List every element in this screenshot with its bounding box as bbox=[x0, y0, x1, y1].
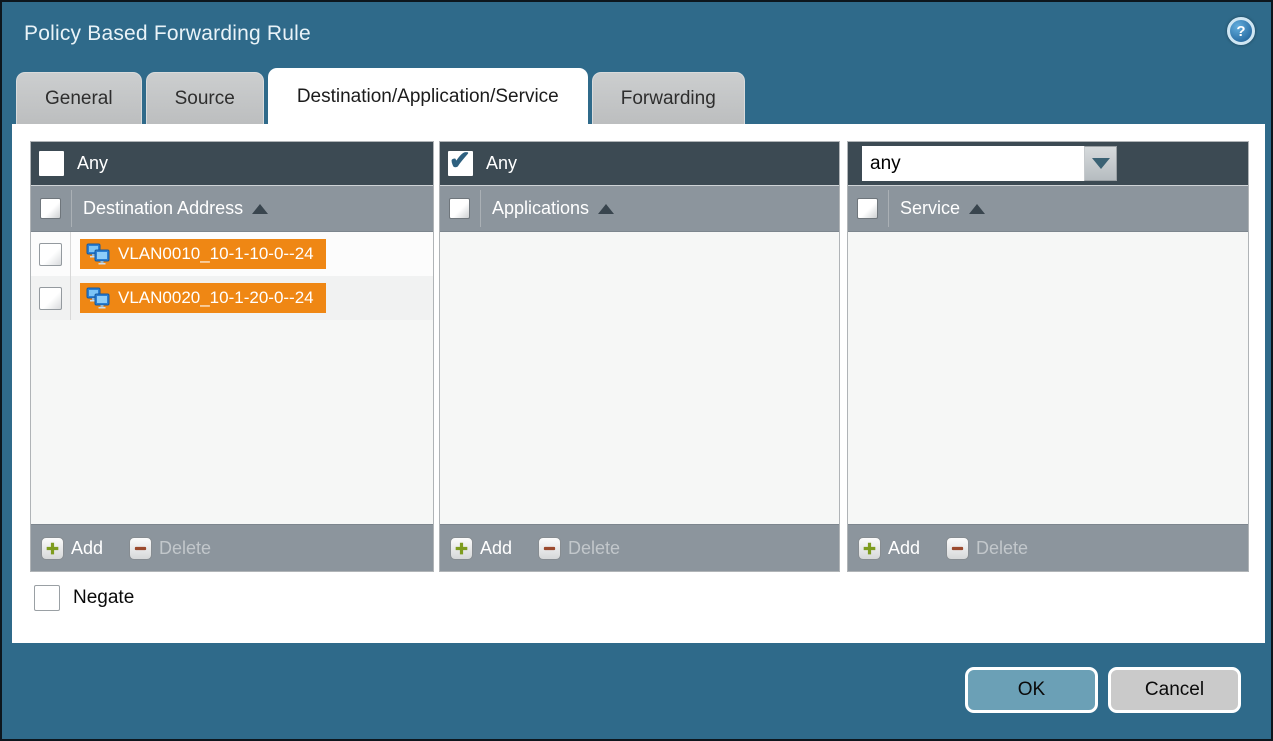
minus-icon bbox=[129, 537, 152, 560]
delete-label: Delete bbox=[568, 538, 620, 559]
address-object-chip[interactable]: VLAN0020_10-1-20-0--24 bbox=[80, 283, 326, 313]
title-bar: Policy Based Forwarding Rule ? bbox=[2, 2, 1271, 70]
add-button[interactable]: Add bbox=[41, 537, 103, 560]
delete-button[interactable]: Delete bbox=[538, 537, 620, 560]
add-label: Add bbox=[480, 538, 512, 559]
minus-icon bbox=[538, 537, 561, 560]
destination-column-header[interactable]: Destination Address bbox=[31, 185, 433, 232]
address-object-name: VLAN0010_10-1-10-0--24 bbox=[118, 244, 314, 264]
service-list bbox=[848, 232, 1248, 524]
add-label: Add bbox=[71, 538, 103, 559]
tab-forwarding[interactable]: Forwarding bbox=[592, 72, 745, 124]
cancel-button[interactable]: Cancel bbox=[1108, 667, 1241, 713]
negate-row: Negate bbox=[34, 585, 134, 611]
applications-column-label: Applications bbox=[492, 198, 589, 219]
service-select-all-checkbox[interactable] bbox=[857, 198, 878, 219]
network-address-icon bbox=[86, 243, 110, 265]
help-glyph: ? bbox=[1236, 23, 1245, 40]
sort-ascending-icon bbox=[969, 204, 985, 214]
service-panel: Service Add Delete bbox=[847, 141, 1249, 572]
negate-checkbox[interactable] bbox=[34, 585, 60, 611]
tab-destination-application-service[interactable]: Destination/Application/Service bbox=[268, 68, 588, 124]
tab-source[interactable]: Source bbox=[146, 72, 264, 124]
column-divider bbox=[888, 190, 889, 227]
column-divider bbox=[480, 190, 481, 227]
service-footer: Add Delete bbox=[848, 524, 1248, 571]
applications-column-header[interactable]: Applications bbox=[440, 185, 839, 232]
row-checkbox[interactable] bbox=[39, 287, 62, 310]
tab-strip: General Source Destination/Application/S… bbox=[16, 72, 1257, 124]
add-label: Add bbox=[888, 538, 920, 559]
pbf-rule-dialog: Policy Based Forwarding Rule ? General S… bbox=[0, 0, 1273, 741]
minus-icon bbox=[946, 537, 969, 560]
plus-icon bbox=[450, 537, 473, 560]
service-dropdown bbox=[862, 146, 1117, 181]
applications-any-checkbox[interactable] bbox=[448, 151, 473, 176]
delete-label: Delete bbox=[159, 538, 211, 559]
network-address-icon bbox=[86, 287, 110, 309]
chevron-down-icon bbox=[1092, 158, 1110, 169]
delete-button[interactable]: Delete bbox=[129, 537, 211, 560]
destination-address-panel: Any Destination Address bbox=[30, 141, 434, 572]
destination-list: VLAN0010_10-1-10-0--24 bbox=[31, 232, 433, 524]
destination-footer: Add Delete bbox=[31, 524, 433, 571]
applications-list bbox=[440, 232, 839, 524]
dialog-title: Policy Based Forwarding Rule bbox=[24, 22, 311, 46]
applications-select-all-checkbox[interactable] bbox=[449, 198, 470, 219]
negate-label: Negate bbox=[73, 587, 134, 609]
table-row[interactable]: VLAN0010_10-1-10-0--24 bbox=[31, 232, 433, 276]
tab-content: Any Destination Address bbox=[12, 124, 1265, 643]
service-dropdown-input[interactable] bbox=[862, 146, 1084, 181]
table-row[interactable]: VLAN0020_10-1-20-0--24 bbox=[31, 276, 433, 320]
ok-button[interactable]: OK bbox=[965, 667, 1098, 713]
row-checkbox-cell bbox=[31, 232, 71, 276]
service-dropdown-button[interactable] bbox=[1084, 146, 1117, 181]
plus-icon bbox=[41, 537, 64, 560]
service-dropdown-bar bbox=[848, 142, 1248, 185]
address-object-chip[interactable]: VLAN0010_10-1-10-0--24 bbox=[80, 239, 326, 269]
applications-any-label: Any bbox=[486, 153, 517, 174]
applications-any-bar: Any bbox=[440, 142, 839, 185]
row-checkbox[interactable] bbox=[39, 243, 62, 266]
delete-label: Delete bbox=[976, 538, 1028, 559]
help-icon[interactable]: ? bbox=[1227, 17, 1255, 45]
destination-any-checkbox[interactable] bbox=[39, 151, 64, 176]
sort-ascending-icon bbox=[598, 204, 614, 214]
destination-column-label: Destination Address bbox=[83, 198, 243, 219]
service-column-label: Service bbox=[900, 198, 960, 219]
tab-general[interactable]: General bbox=[16, 72, 142, 124]
delete-button[interactable]: Delete bbox=[946, 537, 1028, 560]
address-object-name: VLAN0020_10-1-20-0--24 bbox=[118, 288, 314, 308]
column-divider bbox=[71, 190, 72, 227]
destination-any-label: Any bbox=[77, 153, 108, 174]
service-column-header[interactable]: Service bbox=[848, 185, 1248, 232]
add-button[interactable]: Add bbox=[450, 537, 512, 560]
destination-select-all-checkbox[interactable] bbox=[40, 198, 61, 219]
plus-icon bbox=[858, 537, 881, 560]
destination-any-bar: Any bbox=[31, 142, 433, 185]
applications-panel: Any Applications Add bbox=[439, 141, 840, 572]
applications-footer: Add Delete bbox=[440, 524, 839, 571]
row-checkbox-cell bbox=[31, 276, 71, 320]
add-button[interactable]: Add bbox=[858, 537, 920, 560]
sort-ascending-icon bbox=[252, 204, 268, 214]
